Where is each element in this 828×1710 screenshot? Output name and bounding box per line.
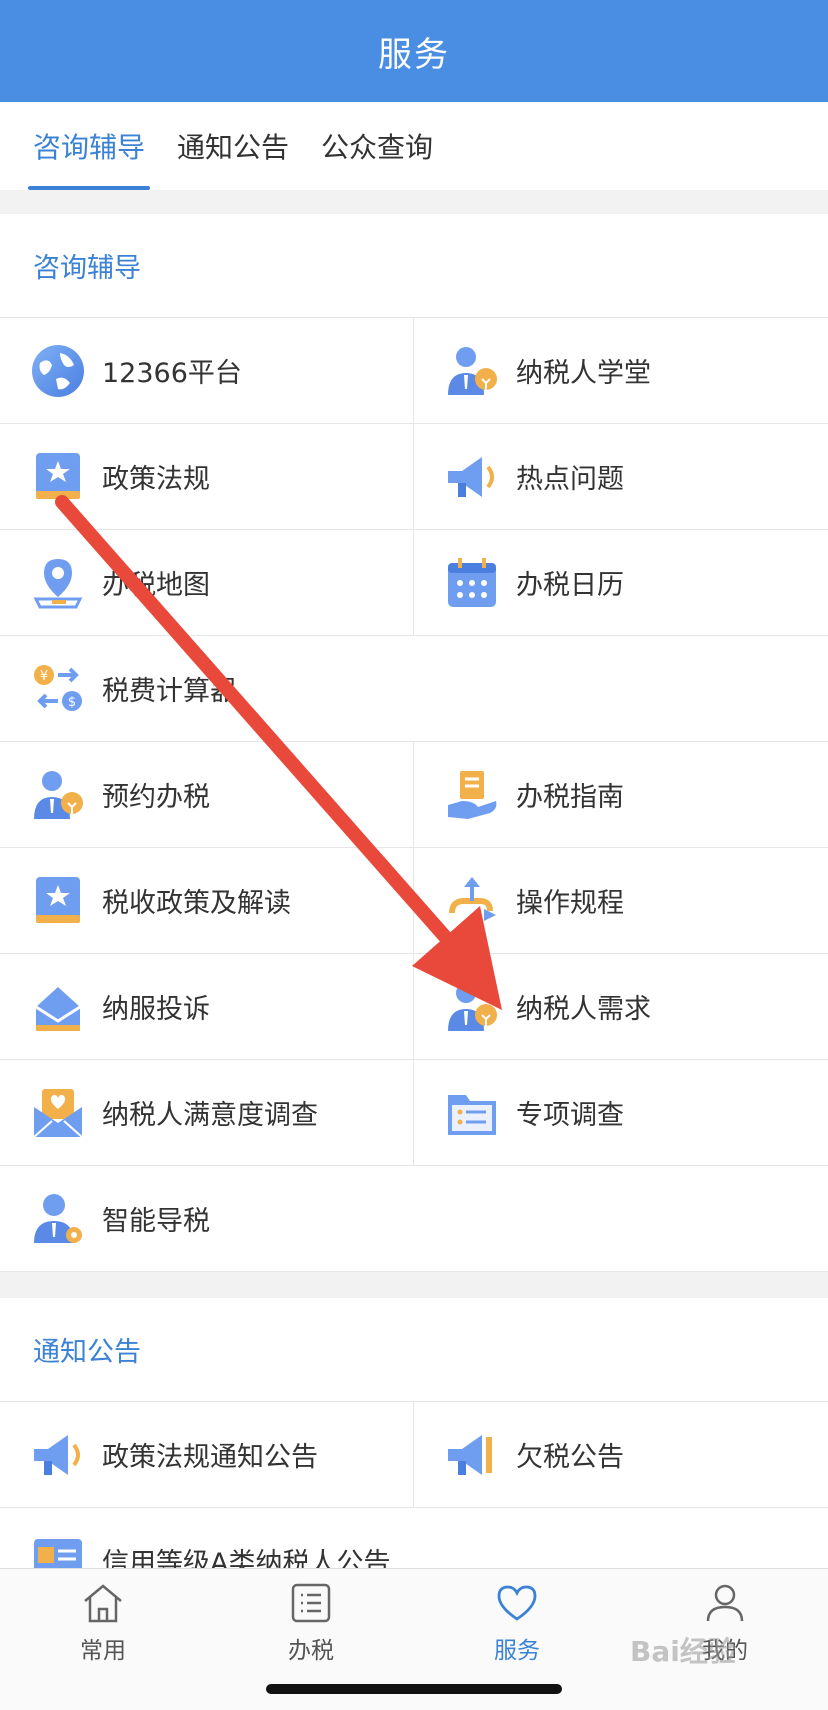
item-label: 纳税人需求 xyxy=(516,994,651,1025)
tabbar-label: 办税 xyxy=(288,1638,334,1664)
item-label: 政策法规通知公告 xyxy=(102,1442,318,1473)
hand-document-icon xyxy=(448,770,497,819)
item-label: 智能导税 xyxy=(102,1206,210,1237)
item-label: 12366平台 xyxy=(102,358,242,389)
item-label: 办税指南 xyxy=(516,782,624,813)
section-notice: 通知公告 政策法规通知公告 欠税公告 信用等级A类纳税人公告 xyxy=(0,1298,828,1614)
item-label: 专项调查 xyxy=(516,1100,624,1131)
item-label: 欠税公告 xyxy=(516,1442,624,1473)
item-appointment[interactable]: 预约办税 xyxy=(0,742,414,848)
section-title-notice: 通知公告 xyxy=(0,1298,828,1402)
svg-text:$: $ xyxy=(68,695,76,710)
item-label: 办税日历 xyxy=(516,570,624,601)
tabbar-label: 服务 xyxy=(494,1638,540,1664)
megaphone-icon xyxy=(448,1434,492,1475)
item-tax-guide[interactable]: 办税指南 xyxy=(414,742,828,848)
item-operation-procedures[interactable]: 操作规程 xyxy=(414,848,828,954)
item-label: 政策法规 xyxy=(102,464,210,495)
item-label: 纳税人学堂 xyxy=(516,358,651,389)
tabbar-common[interactable]: 常用 xyxy=(48,1581,158,1665)
item-special-survey[interactable]: 专项调查 xyxy=(414,1060,828,1166)
tabbar-tax[interactable]: 办税 xyxy=(256,1581,366,1665)
item-tax-map[interactable]: 办税地图 xyxy=(0,530,414,636)
star-book-icon xyxy=(36,876,80,923)
tab-public-query[interactable]: 公众查询 xyxy=(321,102,433,190)
folder-list-icon xyxy=(448,1094,496,1135)
item-policy-regulations[interactable]: 政策法规 xyxy=(0,424,414,530)
item-taxpayer-school[interactable]: 纳税人学堂 xyxy=(414,318,828,424)
megaphone-icon xyxy=(34,1434,80,1475)
list-icon xyxy=(291,1583,331,1623)
page-header: 服务 xyxy=(0,0,828,102)
item-label: 操作规程 xyxy=(516,888,624,919)
person-gear-icon xyxy=(34,1193,82,1243)
section-consult: 咨询辅导 12366平台 纳税人学堂 政策法规 热点问题 办税地图 办税日历 ¥… xyxy=(0,214,828,1272)
map-pin-icon xyxy=(33,558,83,608)
page-title: 服务 xyxy=(378,34,450,75)
item-12366-platform[interactable]: 12366平台 xyxy=(0,318,414,424)
item-service-complaint[interactable]: 纳服投诉 xyxy=(0,954,414,1060)
user-icon xyxy=(706,1584,744,1622)
item-taxpayer-needs[interactable]: 纳税人需求 xyxy=(414,954,828,1060)
heart-icon xyxy=(497,1585,537,1621)
item-satisfaction-survey[interactable]: 纳税人满意度调查 xyxy=(0,1060,414,1166)
item-smart-tax-guide[interactable]: 智能导税 xyxy=(0,1166,828,1272)
item-label: 预约办税 xyxy=(102,782,210,813)
person-bulb-icon xyxy=(448,346,497,395)
flow-arrow-icon xyxy=(449,876,496,921)
item-tax-calendar[interactable]: 办税日历 xyxy=(414,530,828,636)
heart-mail-icon xyxy=(33,1088,83,1138)
section-title-consult: 咨询辅导 xyxy=(0,214,828,318)
item-label: 热点问题 xyxy=(516,464,624,495)
home-indicator xyxy=(266,1684,562,1694)
calendar-icon xyxy=(448,557,496,607)
item-policy-notice[interactable]: 政策法规通知公告 xyxy=(0,1402,414,1508)
home-icon xyxy=(84,1584,122,1623)
tabbar-label: 常用 xyxy=(80,1638,126,1664)
item-tax-calculator[interactable]: ¥ $ 税费计算器 xyxy=(0,636,828,742)
item-tax-policy-interpretation[interactable]: 税收政策及解读 xyxy=(0,848,414,954)
star-book-icon xyxy=(36,452,80,499)
item-label: 办税地图 xyxy=(102,570,210,601)
watermark: Bai经验 xyxy=(630,1635,736,1668)
tab-notice[interactable]: 通知公告 xyxy=(177,102,289,190)
svg-text:¥: ¥ xyxy=(40,669,48,684)
globe-icon xyxy=(32,344,84,397)
item-tax-arrears-notice[interactable]: 欠税公告 xyxy=(414,1402,828,1508)
megaphone-icon xyxy=(448,456,494,497)
tab-consult[interactable]: 咨询辅导 xyxy=(27,102,151,190)
currency-exchange-icon: ¥$ xyxy=(34,664,82,711)
item-label: 纳服投诉 xyxy=(102,994,210,1025)
item-hot-issues[interactable]: 热点问题 xyxy=(414,424,828,530)
item-label: 税费计算器 xyxy=(102,676,237,707)
envelope-icon xyxy=(35,986,81,1031)
tab-bar-top: 咨询辅导 通知公告 公众查询 xyxy=(0,102,828,190)
person-bulb-icon xyxy=(448,982,497,1031)
tabbar-service[interactable]: 服务 xyxy=(462,1581,572,1665)
item-label: 税收政策及解读 xyxy=(102,888,291,919)
person-bulb-icon xyxy=(34,770,83,819)
item-label: 纳税人满意度调查 xyxy=(102,1100,318,1131)
